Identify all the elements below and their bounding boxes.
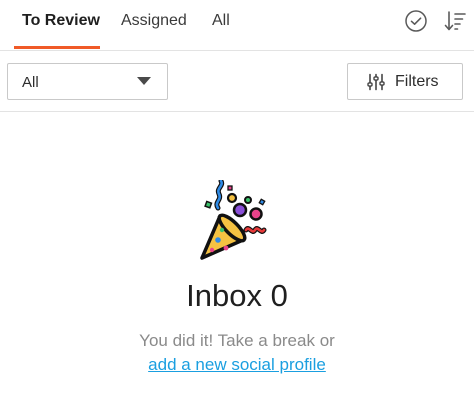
tabs-bar: To Review Assigned All [0, 0, 474, 51]
add-social-profile-link[interactable]: add a new social profile [148, 355, 326, 374]
active-tab-indicator [14, 46, 100, 49]
chevron-down-icon [137, 77, 151, 85]
tab-assigned[interactable]: Assigned [121, 0, 187, 50]
tab-to-review[interactable]: To Review [22, 0, 100, 50]
sliders-icon [367, 73, 385, 91]
check-circle-icon[interactable] [404, 9, 428, 33]
filters-button[interactable]: Filters [347, 63, 463, 100]
empty-state-link-row: add a new social profile [0, 355, 474, 375]
sort-icon[interactable] [443, 9, 467, 33]
inbox-panel: To Review Assigned All All Filters Inbox… [0, 0, 474, 410]
tab-all[interactable]: All [212, 0, 230, 50]
select-value: All [22, 74, 39, 91]
party-popper-icon [200, 180, 267, 260]
empty-state-text: You did it! Take a break or [139, 331, 335, 350]
filters-label: Filters [395, 73, 439, 90]
filter-row: All Filters [0, 51, 474, 112]
empty-state-title: Inbox 0 [186, 278, 288, 313]
inbox-filter-select[interactable]: All [7, 63, 168, 100]
